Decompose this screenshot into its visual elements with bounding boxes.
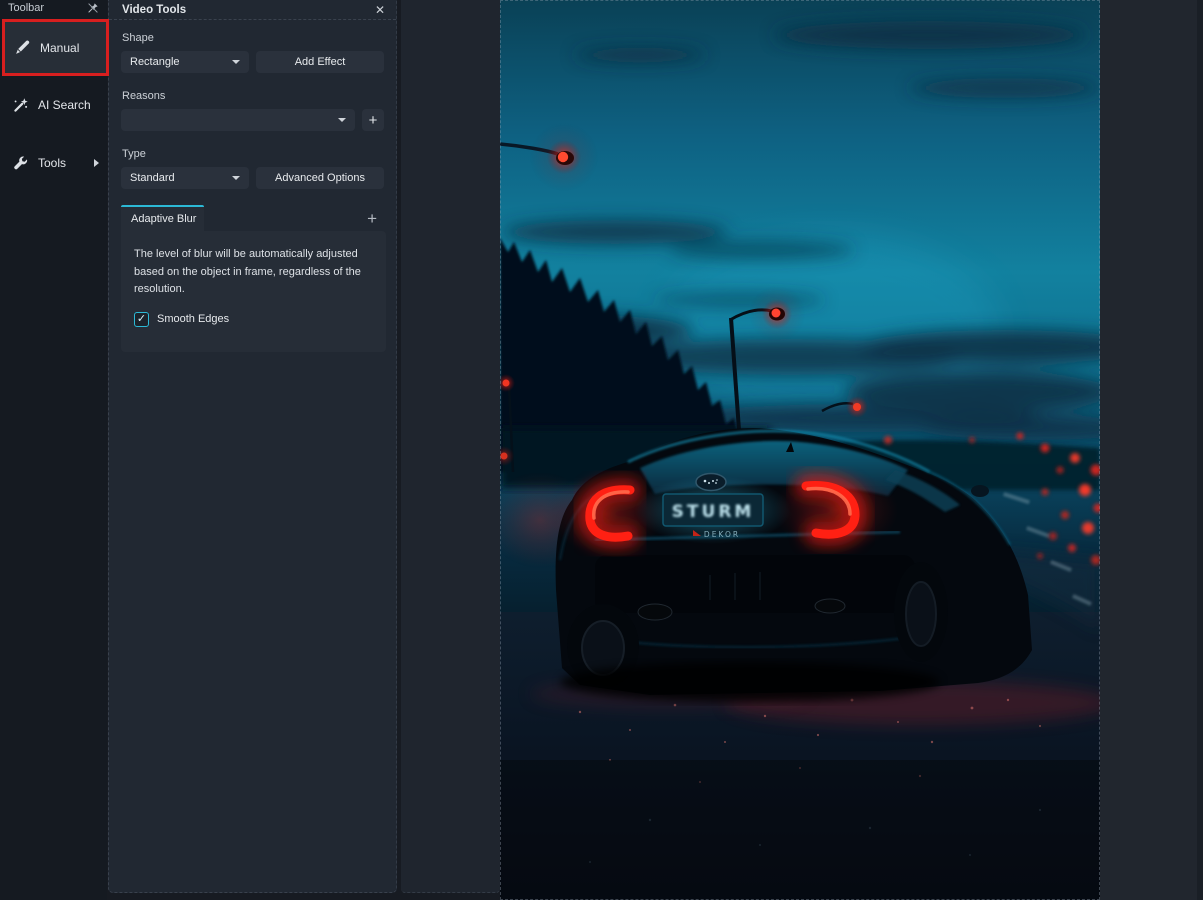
app-root: Toolbar Manual AI Search (0, 0, 1203, 900)
add-tab-button[interactable]: + (367, 209, 384, 231)
type-select[interactable]: Standard (121, 167, 249, 189)
panel-title: Video Tools (122, 4, 186, 16)
smooth-edges-checkbox[interactable]: ✓ (134, 312, 149, 327)
effect-tabs: Adaptive Blur + (121, 205, 384, 231)
chevron-down-icon (232, 60, 240, 64)
video-tools-panel: Video Tools ✕ Shape Rectangle Add Effect… (108, 0, 397, 893)
type-label: Type (122, 148, 383, 160)
sidebar-item-tools[interactable]: Tools (0, 146, 107, 180)
video-tools-body: Shape Rectangle Add Effect Reasons + Typ… (109, 20, 396, 352)
smooth-edges-row: ✓ Smooth Edges (134, 312, 373, 327)
photo-maker-badge (696, 474, 726, 491)
smooth-edges-label: Smooth Edges (157, 313, 229, 325)
chevron-down-icon (232, 176, 240, 180)
add-reason-button[interactable]: + (362, 109, 384, 131)
shape-select-value: Rectangle (130, 56, 180, 68)
scrollbar-track[interactable] (1197, 0, 1203, 900)
sidebar-item-label: Manual (40, 41, 79, 55)
toolbar-title: Toolbar (8, 2, 44, 14)
shape-row: Rectangle Add Effect (121, 51, 384, 73)
unpin-icon[interactable] (87, 2, 99, 14)
type-row: Standard Advanced Options (121, 167, 384, 189)
right-gutter (1100, 0, 1203, 900)
plate-badge-text: DEKOR (704, 530, 740, 539)
photo-vignette (500, 760, 1100, 900)
close-icon[interactable]: ✕ (375, 3, 385, 17)
pencil-icon (14, 39, 31, 56)
shape-select[interactable]: Rectangle (121, 51, 249, 73)
sidebar-item-manual[interactable]: Manual (2, 19, 109, 76)
add-effect-button[interactable]: Add Effect (256, 51, 384, 73)
tab-adaptive-blur[interactable]: Adaptive Blur (121, 205, 204, 231)
car-night-photo: STURM DEKOR (500, 0, 1100, 900)
adaptive-blur-card: The level of blur will be automatically … (121, 231, 386, 352)
sidebar-item-label: AI Search (38, 98, 91, 112)
adaptive-blur-description: The level of blur will be automatically … (134, 246, 373, 299)
ai-magic-icon (12, 97, 29, 114)
chevron-right-icon (94, 159, 99, 167)
toolbar-panel: Toolbar Manual AI Search (0, 0, 107, 900)
advanced-options-button[interactable]: Advanced Options (256, 167, 384, 189)
reasons-row: + (121, 109, 384, 131)
license-plate-text: STURM (672, 502, 755, 522)
type-select-value: Standard (130, 172, 175, 184)
shape-label: Shape (122, 32, 383, 44)
tab-label: Adaptive Blur (131, 213, 196, 225)
wrench-icon (12, 155, 29, 172)
image-canvas[interactable]: STURM DEKOR (500, 0, 1100, 900)
reasons-select[interactable] (121, 109, 355, 131)
sidebar-item-ai-search[interactable]: AI Search (0, 88, 107, 122)
reasons-label: Reasons (122, 90, 383, 102)
chevron-down-icon (338, 118, 346, 122)
secondary-panel (401, 0, 500, 893)
toolbar-header: Toolbar (0, 0, 107, 14)
sidebar-item-label: Tools (38, 156, 66, 170)
video-tools-header: Video Tools ✕ (109, 0, 396, 20)
